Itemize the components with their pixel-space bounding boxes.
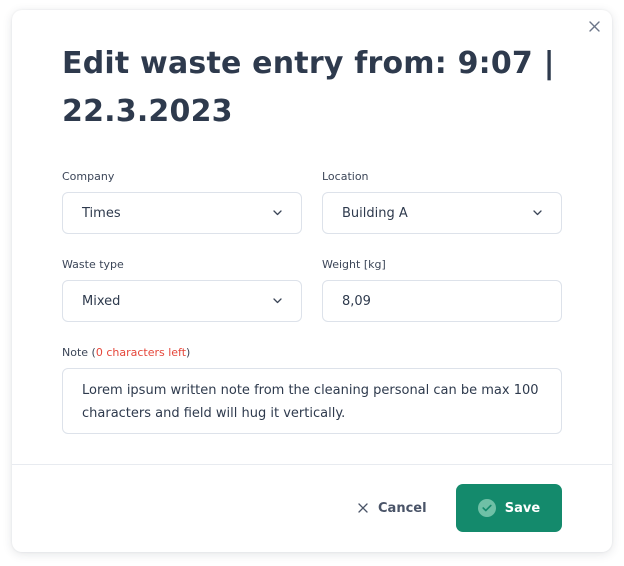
waste-type-select[interactable]: Mixed — [62, 280, 302, 322]
note-label-suffix: ) — [186, 346, 191, 359]
weight-label: Weight [kg] — [322, 258, 386, 271]
check-circle-icon — [477, 499, 496, 517]
company-label: Company — [62, 170, 115, 183]
weight-value: 8,09 — [342, 293, 371, 309]
waste-type-value: Mixed — [82, 293, 121, 309]
company-select[interactable]: Times — [62, 192, 302, 234]
save-button[interactable]: Save — [456, 484, 562, 532]
edit-waste-dialog: Edit waste entry from: 9:07 | 22.3.2023 … — [12, 10, 612, 552]
save-label: Save — [504, 500, 541, 516]
cancel-button[interactable]: Cancel — [358, 496, 427, 520]
chevron-down-icon — [273, 208, 283, 218]
note-char-counter: 0 characters left — [95, 346, 187, 359]
dialog-title: Edit waste entry from: 9:07 | 22.3.2023 — [62, 46, 555, 129]
location-label: Location — [322, 170, 369, 183]
chevron-down-icon — [273, 296, 283, 306]
close-icon — [358, 503, 368, 513]
note-label: Note (0 characters left) — [62, 346, 190, 360]
note-label-prefix: Note ( — [62, 346, 96, 359]
waste-type-label: Waste type — [62, 258, 124, 271]
cancel-label: Cancel — [378, 500, 427, 516]
close-button[interactable] — [584, 16, 604, 36]
note-textarea[interactable]: Lorem ipsum written note from the cleani… — [62, 368, 562, 434]
company-value: Times — [82, 205, 121, 221]
location-select[interactable]: Building A — [322, 192, 562, 234]
close-icon — [588, 20, 600, 32]
footer-divider — [12, 464, 612, 465]
weight-input[interactable]: 8,09 — [322, 280, 562, 322]
chevron-down-icon — [533, 208, 543, 218]
location-value: Building A — [342, 205, 408, 221]
